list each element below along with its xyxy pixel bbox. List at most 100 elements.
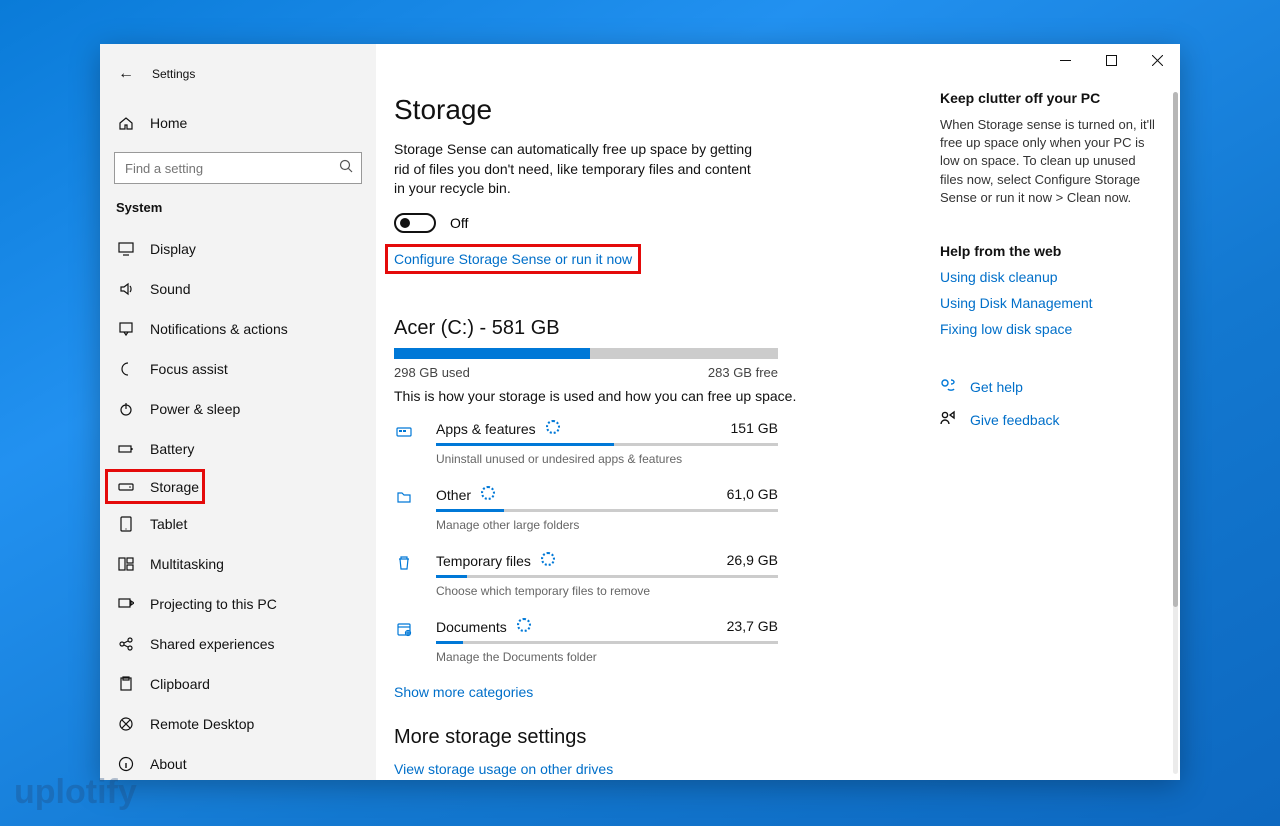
- sidebar-item-label: Projecting to this PC: [150, 596, 277, 612]
- drive-icon: [118, 479, 134, 495]
- maximize-button[interactable]: [1088, 44, 1134, 76]
- trash-icon: [396, 552, 418, 576]
- storage-sense-description: Storage Sense can automatically free up …: [394, 140, 764, 199]
- home-label: Home: [150, 115, 187, 131]
- sidebar-item-display[interactable]: Display: [100, 229, 376, 269]
- toggle-state-label: Off: [450, 215, 468, 231]
- category-size: 61,0 GB: [727, 486, 778, 502]
- used-label: 298 GB used: [394, 365, 470, 380]
- category-name: Temporary files: [436, 552, 555, 569]
- sidebar: ← Settings Home System DisplaySoundNotif…: [100, 44, 376, 780]
- settings-window: ← Settings Home System DisplaySoundNotif…: [100, 44, 1180, 780]
- content: Storage Storage Sense can automatically …: [376, 44, 1180, 780]
- sidebar-item-power-sleep[interactable]: Power & sleep: [100, 389, 376, 429]
- aside-heading-clutter: Keep clutter off your PC: [940, 90, 1160, 106]
- notification-icon: [118, 321, 134, 337]
- get-help-row[interactable]: Get help: [940, 377, 1160, 398]
- scroll-thumb[interactable]: [1173, 92, 1178, 607]
- view-other-drives-link[interactable]: View storage usage on other drives: [394, 761, 930, 777]
- drive-usage-bar: [394, 348, 778, 359]
- sidebar-item-about[interactable]: About: [100, 744, 376, 780]
- free-label: 283 GB free: [708, 365, 778, 380]
- web-help-link[interactable]: Fixing low disk space: [940, 321, 1160, 337]
- sidebar-item-battery[interactable]: Battery: [100, 429, 376, 469]
- give-feedback-row[interactable]: Give feedback: [940, 410, 1160, 431]
- project-icon: [118, 596, 134, 612]
- loading-spinner-icon: [541, 552, 555, 566]
- category-size: 151 GB: [731, 420, 778, 436]
- sidebar-item-label: Sound: [150, 281, 190, 297]
- category-subtext: Manage the Documents folder: [436, 650, 778, 664]
- drive-usage-labels: 298 GB used 283 GB free: [394, 365, 778, 380]
- titlebar: [100, 44, 1180, 76]
- sidebar-item-multitasking[interactable]: Multitasking: [100, 544, 376, 584]
- section-system: System: [100, 200, 376, 215]
- moon-icon: [118, 361, 134, 377]
- category-documents[interactable]: Documents 23,7 GB Manage the Documents fo…: [394, 618, 778, 664]
- loading-spinner-icon: [517, 618, 531, 632]
- category-bar: [436, 509, 778, 512]
- sidebar-item-label: Multitasking: [150, 556, 224, 572]
- web-help-link[interactable]: Using Disk Management: [940, 295, 1160, 311]
- search-input[interactable]: [125, 161, 339, 176]
- clipboard-icon: [118, 676, 134, 692]
- main-panel: Storage Storage Sense can automatically …: [376, 44, 930, 780]
- minimize-button[interactable]: [1042, 44, 1088, 76]
- sidebar-item-label: Notifications & actions: [150, 321, 288, 337]
- category-temporary-files[interactable]: Temporary files26,9 GB Choose which temp…: [394, 552, 778, 598]
- share-icon: [118, 636, 134, 652]
- category-bar: [436, 641, 778, 644]
- show-more-categories-link[interactable]: Show more categories: [394, 684, 930, 700]
- configure-storage-sense-link[interactable]: Configure Storage Sense or run it now: [388, 247, 638, 271]
- sidebar-item-label: Battery: [150, 441, 194, 457]
- watermark: uplotify: [14, 773, 137, 812]
- monitor-icon: [118, 241, 134, 257]
- sidebar-item-sound[interactable]: Sound: [100, 269, 376, 309]
- feedback-icon: [940, 410, 956, 431]
- category-other[interactable]: Other 61,0 GB Manage other large folders: [394, 486, 778, 532]
- sidebar-item-remote-desktop[interactable]: Remote Desktop: [100, 704, 376, 744]
- sidebar-item-clipboard[interactable]: Clipboard: [100, 664, 376, 704]
- sidebar-item-projecting-to-this-pc[interactable]: Projecting to this PC: [100, 584, 376, 624]
- multitask-icon: [118, 556, 134, 572]
- storage-sense-toggle[interactable]: [394, 213, 436, 233]
- folder-icon: [396, 486, 418, 510]
- sidebar-item-label: Power & sleep: [150, 401, 240, 417]
- sidebar-item-storage[interactable]: Storage: [105, 469, 205, 504]
- home-nav[interactable]: Home: [100, 104, 376, 142]
- category-size: 26,9 GB: [727, 552, 778, 568]
- drive-heading: Acer (C:) - 581 GB: [394, 317, 930, 340]
- sound-icon: [118, 281, 134, 297]
- sidebar-item-label: About: [150, 756, 187, 772]
- page-title: Storage: [394, 94, 930, 126]
- category-apps-features[interactable]: Apps & features151 GB Uninstall unused o…: [394, 420, 778, 466]
- sidebar-item-focus-assist[interactable]: Focus assist: [100, 349, 376, 389]
- category-bar: [436, 575, 778, 578]
- battery-icon: [118, 441, 134, 457]
- aside-paragraph: When Storage sense is turned on, it'll f…: [940, 116, 1160, 207]
- category-subtext: Manage other large folders: [436, 518, 778, 532]
- help-icon: [940, 377, 956, 398]
- search-box[interactable]: [114, 152, 362, 184]
- loading-spinner-icon: [546, 420, 560, 434]
- sidebar-item-label: Display: [150, 241, 196, 257]
- aside-panel: Keep clutter off your PC When Storage se…: [930, 44, 1180, 780]
- get-help-link[interactable]: Get help: [970, 379, 1023, 395]
- category-name: Apps & features: [436, 420, 560, 437]
- aside-heading-help: Help from the web: [940, 243, 1160, 259]
- sidebar-item-tablet[interactable]: Tablet: [100, 504, 376, 544]
- usage-description: This is how your storage is used and how…: [394, 388, 930, 404]
- storage-sense-toggle-row: Off: [394, 213, 930, 233]
- category-name: Documents: [436, 618, 531, 635]
- power-icon: [118, 401, 134, 417]
- sidebar-item-notifications-actions[interactable]: Notifications & actions: [100, 309, 376, 349]
- close-button[interactable]: [1134, 44, 1180, 76]
- category-size: 23,7 GB: [727, 618, 778, 634]
- sidebar-item-shared-experiences[interactable]: Shared experiences: [100, 624, 376, 664]
- info-icon: [118, 756, 134, 772]
- category-name: Other: [436, 486, 495, 503]
- web-help-link[interactable]: Using disk cleanup: [940, 269, 1160, 285]
- remote-icon: [118, 716, 134, 732]
- home-icon: [118, 115, 134, 131]
- give-feedback-link[interactable]: Give feedback: [970, 412, 1060, 428]
